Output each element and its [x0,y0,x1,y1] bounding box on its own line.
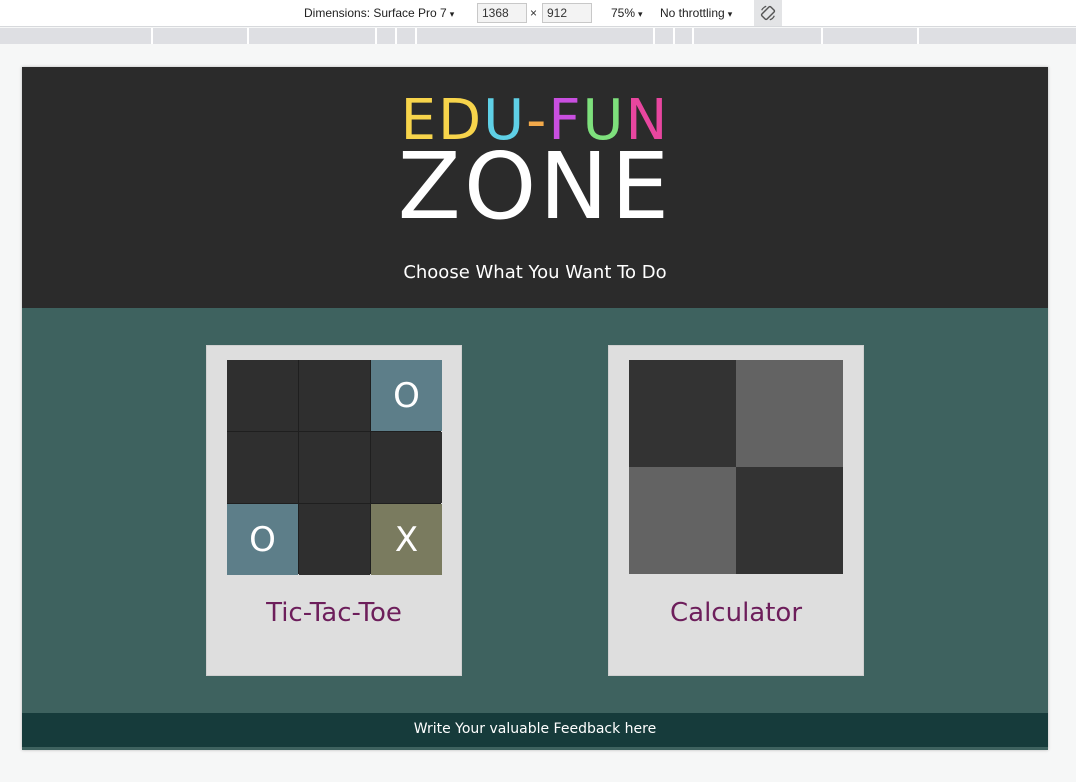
chevron-down-icon: ▾ [727,9,733,19]
tictactoe-card-label: Tic-Tac-Toe [266,598,402,628]
chevron-down-icon: ▾ [638,9,643,19]
chevron-down-icon: ▾ [449,9,455,19]
calculator-tile [736,360,843,467]
rotate-icon [760,5,776,21]
calculator-preview-graphic [629,360,843,574]
ruler-tick [395,28,397,44]
tictactoe-cell: O [227,504,298,575]
media-query-ruler[interactable] [0,28,1076,44]
calculator-card-label: Calculator [669,598,803,628]
ruler-tick [673,28,675,44]
footer-divider [22,747,1048,750]
tictactoe-card[interactable]: O O X Tic-Tac-Toe [206,345,462,676]
emulated-viewport: EDU-FUN ZONE Choose What You Want To Do … [22,67,1048,750]
tictactoe-cell: O [371,360,442,431]
calculator-card[interactable]: Calculator [608,345,864,676]
calculator-tile [629,360,736,467]
device-dimensions-dropdown[interactable]: Dimensions: Surface Pro 7 ▾ [304,6,454,20]
ruler-tick [917,28,919,44]
tictactoe-cell [299,432,370,503]
rotate-button[interactable] [754,0,782,26]
tictactoe-cell [299,504,370,575]
ruler-tick [247,28,249,44]
viewport-width-input[interactable] [477,3,527,23]
tictactoe-cell [227,432,298,503]
zoom-dropdown[interactable]: 75% ▾ [611,6,643,20]
tictactoe-cell [227,360,298,431]
viewport-height-input[interactable] [542,3,592,23]
tictactoe-cell [371,432,442,503]
ruler-tick [151,28,153,44]
ruler-tick [653,28,655,44]
ruler-tick [415,28,417,44]
ruler-tick [821,28,823,44]
tictactoe-cell: X [371,504,442,575]
logo-zone: ZONE [397,133,673,240]
zoom-label: 75% [611,6,636,20]
calculator-tile [736,467,843,574]
ruler-tick [375,28,377,44]
calculator-tile [629,467,736,574]
throttling-label: No throttling [660,6,725,20]
device-dimensions-label: Dimensions: Surface Pro 7 [304,6,447,20]
devtools-toolbar: Dimensions: Surface Pro 7▾ × 75%▾ No thr… [0,0,1076,27]
ruler-tick [692,28,694,44]
tictactoe-preview-board: O O X [227,360,442,575]
page-header: EDU-FUN ZONE Choose What You Want To Do [22,67,1048,308]
page-subtitle: Choose What You Want To Do [403,262,667,283]
dimension-separator: × [530,6,538,20]
tictactoe-cell [299,360,370,431]
throttling-dropdown[interactable]: No throttling ▾ [660,6,732,20]
activity-section: O O X Tic-Tac-Toe Calculator [22,308,1048,713]
feedback-link[interactable]: Write Your valuable Feedback here [22,713,1048,747]
